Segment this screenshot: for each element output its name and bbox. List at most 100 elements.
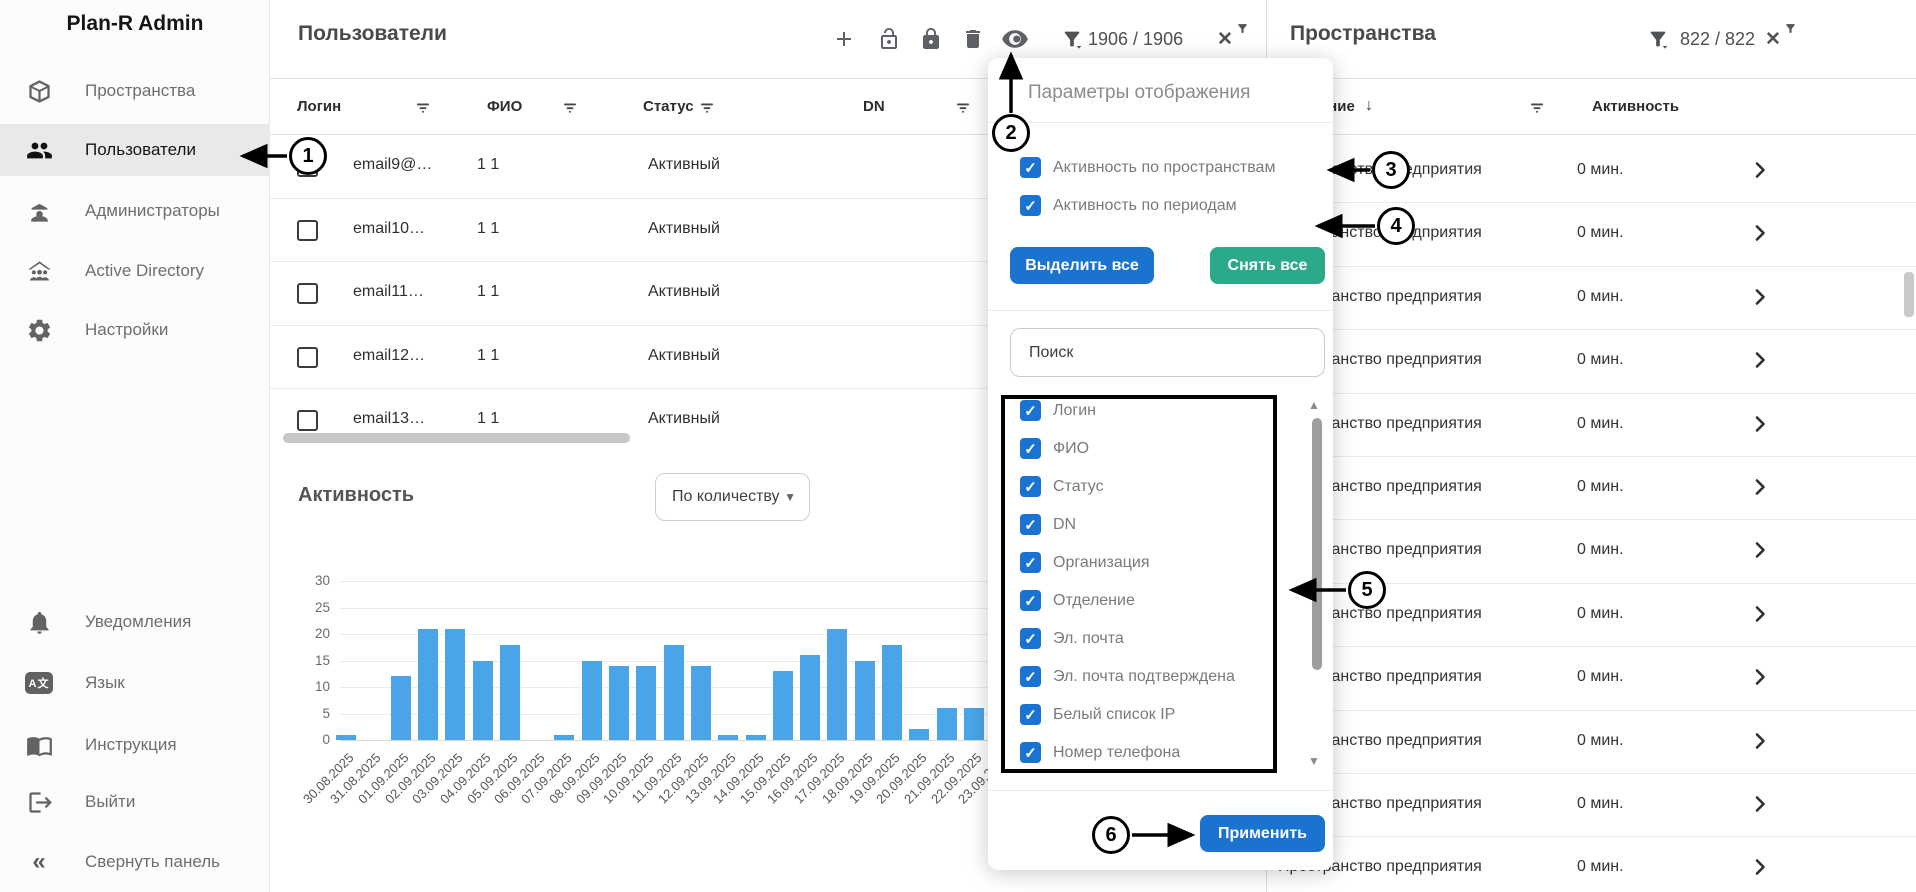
space-row[interactable]: Пространство предприятия0 мин. [1270,203,1916,266]
dn-filter-icon[interactable] [954,99,972,117]
delete-users-button[interactable] [960,26,986,52]
space-activity: 0 мин. [1577,161,1624,179]
clear-all-button[interactable]: Снять все [1210,247,1325,284]
checkbox-checked-icon[interactable]: ✓ [1020,514,1041,535]
activity-bar [336,735,356,740]
users-table-hscrollbar[interactable] [283,433,630,443]
chevron-right-icon[interactable] [1748,602,1772,626]
sidebar-item-1[interactable]: Пользователи [0,124,270,176]
chevron-right-icon[interactable] [1748,412,1772,436]
activity-bar [882,645,902,740]
chevron-right-icon[interactable] [1748,475,1772,499]
checkbox-checked-icon[interactable]: ✓ [1020,628,1041,649]
popup-scroll-up-icon[interactable]: ▲ [1308,398,1320,412]
checkbox-checked-icon[interactable]: ✓ [1020,438,1041,459]
space-row[interactable]: Пространство предприятия0 мин. [1270,647,1916,710]
login-filter-icon[interactable] [414,99,432,117]
space-row[interactable]: Пространство предприятия0 мин. [1270,394,1916,457]
status-filter-icon[interactable] [698,99,716,117]
chart-ytick: 5 [286,706,330,721]
chevron-right-icon[interactable] [1748,729,1772,753]
window-vscrollbar[interactable] [1904,272,1914,317]
popup-top-checkbox-1[interactable]: ✓Активность по периодам [1020,195,1237,216]
sidebar-footer-item-2[interactable]: Инструкция [0,719,270,771]
chevron-right-icon[interactable] [1748,665,1772,689]
space-row[interactable]: Пространство предприятия0 мин. [1270,330,1916,393]
sidebar-item-label: Уведомления [85,612,191,632]
checkbox-label: DN [1053,516,1076,534]
popup-column-checkbox-7[interactable]: ✓Эл. почта подтверждена [1020,666,1235,687]
sidebar-item-3[interactable]: Active Directory [0,245,270,297]
activity-mode-dropdown[interactable]: По количеству ▼ [655,473,810,521]
checkbox-checked-icon[interactable]: ✓ [1020,476,1041,497]
space-row[interactable]: Пространство предприятия0 мин. [1270,837,1916,892]
users-clear-filter-button[interactable]: ✕ [1212,26,1238,52]
checkbox-checked-icon[interactable]: ✓ [1020,552,1041,573]
row-checkbox[interactable] [297,347,318,368]
space-row[interactable]: Пространство предприятия0 мин. [1270,711,1916,774]
chevron-right-icon[interactable] [1748,221,1772,245]
checkbox-checked-icon[interactable]: ✓ [1020,400,1041,421]
display-options-button[interactable] [1000,26,1030,52]
spaces-panel-title: Пространства [1290,22,1436,46]
chevron-right-icon[interactable] [1748,792,1772,816]
sidebar-footer-item-1[interactable]: A文Язык [0,657,270,709]
sidebar-item-0[interactable]: Пространства [0,65,270,117]
popup-column-checkbox-5[interactable]: ✓Отделение [1020,590,1135,611]
popup-scrollbar[interactable] [1312,418,1322,670]
chevron-right-icon[interactable] [1748,285,1772,309]
popup-search-input[interactable] [1010,328,1325,377]
chevron-right-icon[interactable] [1748,538,1772,562]
row-checkbox[interactable] [297,220,318,241]
sidebar-footer-item-3[interactable]: Выйти [0,776,270,828]
row-checkbox[interactable] [297,410,318,431]
space-row[interactable]: Пространство предприятия0 мин. [1270,267,1916,330]
users-filter-button[interactable] [1059,26,1085,52]
space-row[interactable]: Пространство предприятия0 мин. [1270,140,1916,203]
popup-column-checkbox-2[interactable]: ✓Статус [1020,476,1104,497]
unlock-users-button[interactable] [876,26,902,52]
popup-column-checkbox-8[interactable]: ✓Белый список IP [1020,704,1175,725]
sort-desc-icon[interactable]: ↓ [1365,97,1373,115]
spaces-clear-filter-button[interactable]: ✕ [1760,26,1786,52]
popup-column-checkbox-3[interactable]: ✓ DN [1020,514,1076,535]
checkbox-checked-icon[interactable]: ✓ [1020,704,1041,725]
lock-users-button[interactable] [918,26,944,52]
book-icon [24,730,54,760]
popup-column-checkbox-4[interactable]: ✓Организация [1020,552,1150,573]
checkbox-checked-icon[interactable]: ✓ [1020,590,1041,611]
annotation-circle-3: 3 [1372,151,1410,189]
spaces-filter-button[interactable] [1645,26,1671,52]
chevron-right-icon[interactable] [1748,855,1772,879]
activity-bar [827,629,847,740]
checkbox-checked-icon[interactable]: ✓ [1020,157,1041,178]
row-checkbox[interactable] [297,283,318,304]
checkbox-checked-icon[interactable]: ✓ [1020,742,1041,763]
space-row[interactable]: Пространство предприятия0 мин. [1270,774,1916,837]
sidebar-footer-item-4[interactable]: «Свернуть панель [0,836,270,888]
chevron-right-icon[interactable] [1748,348,1772,372]
apply-button[interactable]: Применить [1200,815,1325,852]
popup-column-checkbox-6[interactable]: ✓Эл. почта [1020,628,1124,649]
checkbox-checked-icon[interactable]: ✓ [1020,666,1041,687]
name-filter-icon[interactable] [1528,99,1546,117]
sidebar-footer-item-0[interactable]: Уведомления [0,596,270,648]
popup-column-checkbox-0[interactable]: ✓Логин [1020,400,1096,421]
fio-filter-icon[interactable] [561,99,579,117]
select-all-button[interactable]: Выделить все [1010,247,1154,284]
popup-top-checkbox-0[interactable]: ✓Активность по пространствам [1020,157,1275,178]
add-user-button[interactable] [831,26,857,52]
checkbox-checked-icon[interactable]: ✓ [1020,195,1041,216]
divider [988,122,1333,123]
annotation-circle-6: 6 [1092,816,1130,854]
sidebar-item-2[interactable]: Администраторы [0,185,270,237]
popup-column-checkbox-9[interactable]: ✓Номер телефона [1020,742,1180,763]
space-activity: 0 мин. [1577,351,1624,369]
space-row[interactable]: Пространство предприятия0 мин. [1270,457,1916,520]
collapse-icon: « [24,847,54,877]
chevron-right-icon[interactable] [1748,158,1772,182]
popup-scroll-down-icon[interactable]: ▼ [1308,754,1320,768]
sidebar-item-4[interactable]: Настройки [0,304,270,356]
popup-column-checkbox-1[interactable]: ✓ФИО [1020,438,1089,459]
filter-funnel-icon [1647,28,1669,50]
